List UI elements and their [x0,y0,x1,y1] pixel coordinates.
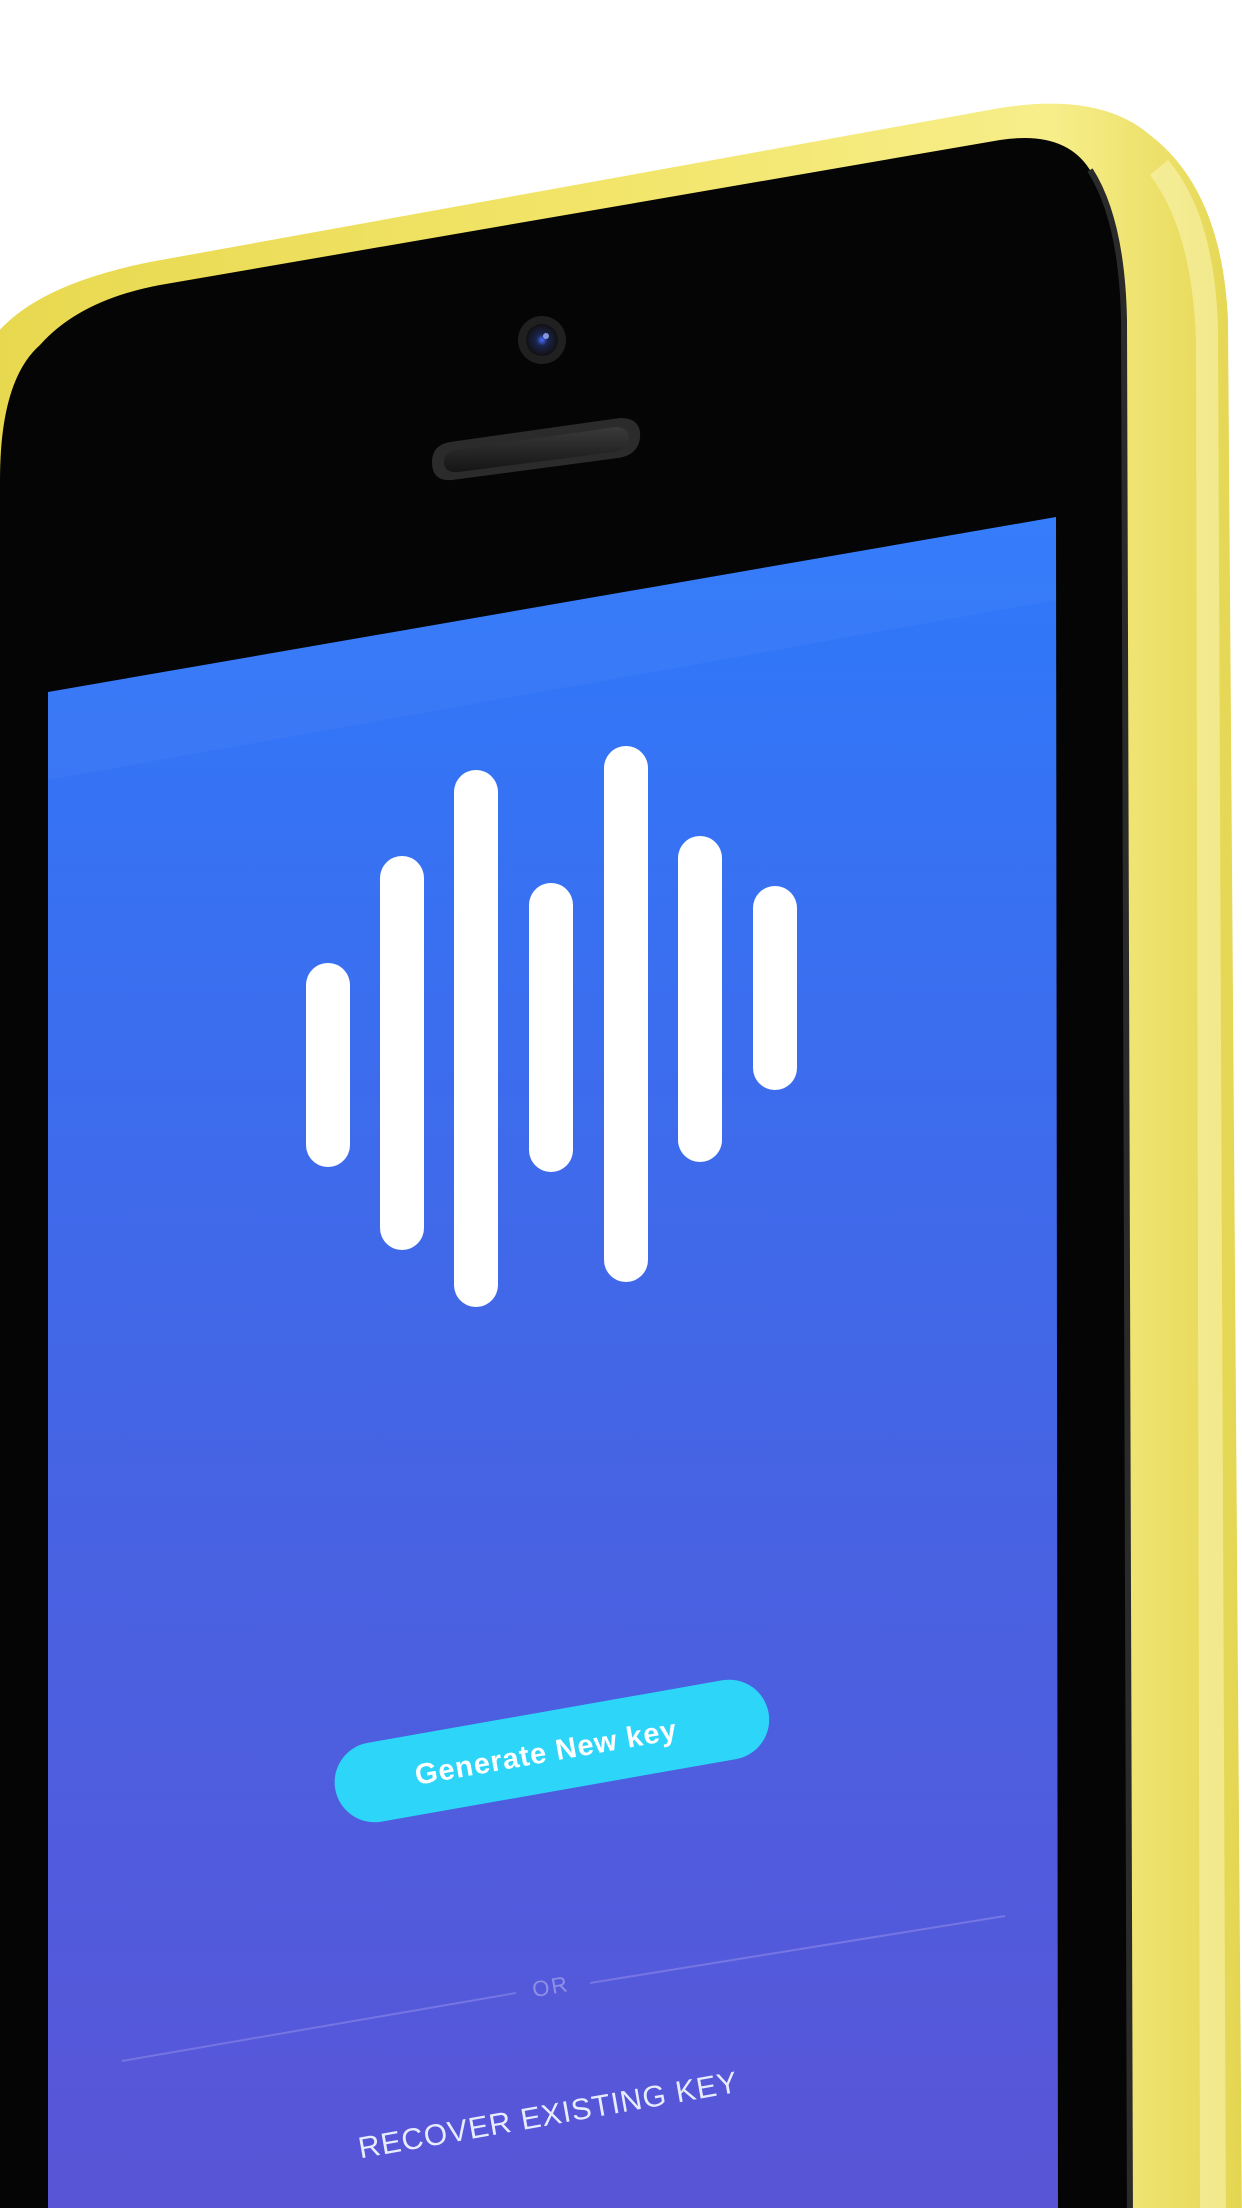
app-screen [48,517,1058,2208]
front-camera-icon [518,316,566,364]
phone-illustration: Generate New key OR RECOVER EXISTING KEY [0,103,1242,2208]
device-mockup: Generate New key OR RECOVER EXISTING KEY [0,0,1242,2208]
